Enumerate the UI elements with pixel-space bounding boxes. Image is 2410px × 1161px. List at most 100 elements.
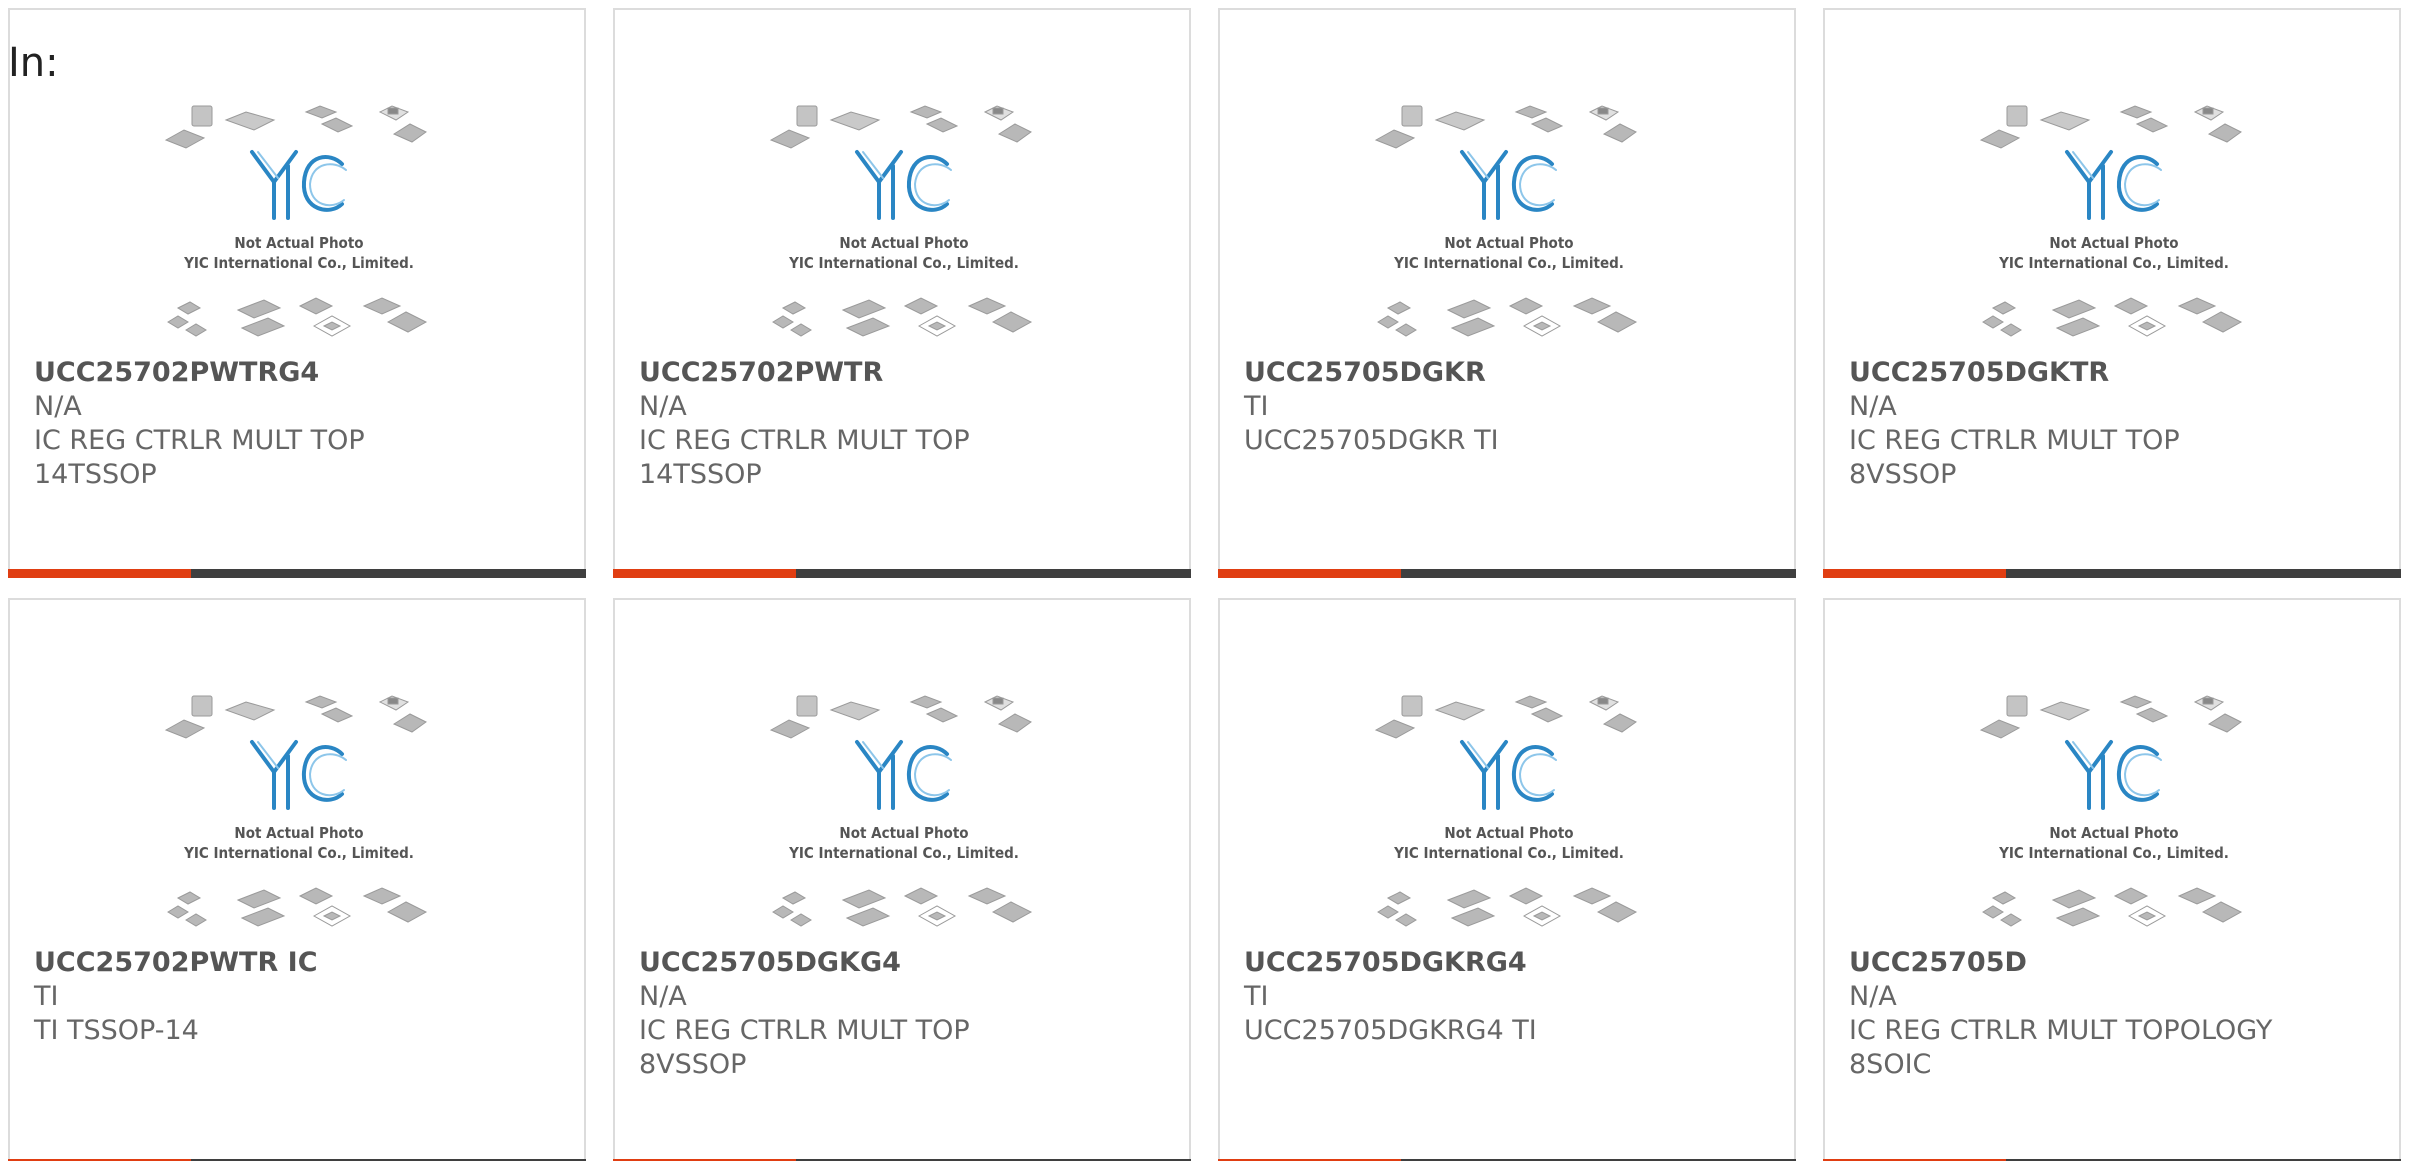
product-photo-placeholder: Not Actual Photo YIC International Co., … bbox=[769, 105, 1033, 337]
description-line: 8VSSOP bbox=[639, 1049, 747, 1080]
part-number-link[interactable]: UCC25702PWTR IC bbox=[34, 946, 564, 980]
photo-caption-line2: YIC International Co., Limited. bbox=[1998, 844, 2229, 862]
product-card[interactable]: Not Actual Photo YIC International Co., … bbox=[1823, 598, 2401, 1161]
product-photo-placeholder: Not Actual Photo YIC International Co., … bbox=[1374, 695, 1638, 927]
yic-logo bbox=[1460, 740, 1557, 810]
part-number-link[interactable]: UCC25705DGKRG4 bbox=[1244, 946, 1774, 980]
photo-caption-line1: Not Actual Photo bbox=[2049, 824, 2178, 842]
photo-caption-line2: YIC International Co., Limited. bbox=[788, 844, 1019, 862]
page: Not Actual Photo YIC International Co., … bbox=[0, 0, 2410, 1161]
part-number-link[interactable]: UCC25705DGKR bbox=[1244, 356, 1774, 390]
product-grid: Not Actual Photo YIC International Co., … bbox=[8, 8, 2408, 1161]
chip-icons-bottom bbox=[167, 297, 428, 337]
part-number-link[interactable]: UCC25705DGKTR bbox=[1849, 356, 2379, 390]
yic-logo bbox=[1460, 150, 1557, 220]
chip-icons-top bbox=[769, 695, 1032, 739]
photo-caption-line2: YIC International Co., Limited. bbox=[1393, 844, 1624, 862]
photo-caption-line1: Not Actual Photo bbox=[234, 824, 363, 842]
chip-icons-bottom bbox=[167, 887, 428, 927]
manufacturer-text: N/A bbox=[1849, 391, 1897, 422]
manufacturer-text: N/A bbox=[639, 391, 687, 422]
card-accent-bar bbox=[613, 569, 796, 578]
product-photo-placeholder: Not Actual Photo YIC International Co., … bbox=[1979, 695, 2243, 927]
description-line: 14TSSOP bbox=[34, 459, 157, 490]
product-card[interactable]: Not Actual Photo YIC International Co., … bbox=[613, 8, 1191, 578]
yic-logo bbox=[2065, 150, 2162, 220]
card-bottom-bar bbox=[1823, 569, 2401, 578]
chip-icons-top bbox=[164, 105, 427, 149]
description-line: 8VSSOP bbox=[1849, 459, 1957, 490]
description-line: IC REG CTRLR MULT TOPOLOGY bbox=[1849, 1015, 2273, 1046]
chip-icons-bottom bbox=[772, 887, 1033, 927]
description-line: UCC25705DGKRG4 TI bbox=[1244, 1015, 1537, 1046]
chip-icons-bottom bbox=[1982, 297, 2243, 337]
yic-logo bbox=[250, 150, 347, 220]
photo-caption-line2: YIC International Co., Limited. bbox=[788, 254, 1019, 272]
manufacturer-text: N/A bbox=[34, 391, 82, 422]
description-line: IC REG CTRLR MULT TOP bbox=[639, 425, 970, 456]
product-info: UCC25702PWTRG4 N/A IC REG CTRLR MULT TOP 14… bbox=[34, 356, 564, 492]
photo-caption-line2: YIC International Co., Limited. bbox=[1393, 254, 1624, 272]
part-number-link[interactable]: UCC25702PWTR bbox=[639, 356, 1169, 390]
chip-icons-top bbox=[164, 695, 427, 739]
description-line: 14TSSOP bbox=[639, 459, 762, 490]
description-line: IC REG CTRLR MULT TOP bbox=[34, 425, 365, 456]
yic-logo bbox=[855, 150, 952, 220]
chip-icons-top bbox=[769, 105, 1032, 149]
photo-caption-line1: Not Actual Photo bbox=[2049, 234, 2178, 252]
yic-logo bbox=[855, 740, 952, 810]
part-number-link[interactable]: UCC25702PWTRG4 bbox=[34, 356, 564, 390]
chip-icons-bottom bbox=[1377, 887, 1638, 927]
product-photo-placeholder: Not Actual Photo YIC International Co., … bbox=[1374, 105, 1638, 337]
card-accent-bar bbox=[8, 569, 191, 578]
chip-icons-bottom bbox=[772, 297, 1033, 337]
card-accent-bar bbox=[1823, 569, 2006, 578]
product-info: UCC25705DGKTR N/A IC REG CTRLR MULT TOP 8VS… bbox=[1849, 356, 2379, 492]
card-bottom-bar bbox=[8, 569, 586, 578]
yic-logo bbox=[2065, 740, 2162, 810]
manufacturer-text: TI bbox=[1244, 981, 1269, 1012]
product-info: UCC25702PWTR IC TI TI TSSOP-14 bbox=[34, 946, 564, 1048]
photo-caption-line1: Not Actual Photo bbox=[234, 234, 363, 252]
product-card[interactable]: Not Actual Photo YIC International Co., … bbox=[1823, 8, 2401, 578]
part-number-link[interactable]: UCC25705DGKG4 bbox=[639, 946, 1169, 980]
manufacturer-text: N/A bbox=[1849, 981, 1897, 1012]
yic-logo bbox=[250, 740, 347, 810]
product-card[interactable]: Not Actual Photo YIC International Co., … bbox=[613, 598, 1191, 1161]
product-info: UCC25705D N/A IC REG CTRLR MULT TOPOLOGY 8S… bbox=[1849, 946, 2379, 1082]
description-line: TI TSSOP-14 bbox=[34, 1015, 199, 1046]
chip-icons-top bbox=[1374, 105, 1637, 149]
product-photo-placeholder: Not Actual Photo YIC International Co., … bbox=[769, 695, 1033, 927]
card-bottom-bar bbox=[1218, 569, 1796, 578]
product-info: UCC25702PWTR N/A IC REG CTRLR MULT TOP 14TS… bbox=[639, 356, 1169, 492]
chip-icons-bottom bbox=[1982, 887, 2243, 927]
product-card[interactable]: Not Actual Photo YIC International Co., … bbox=[8, 598, 586, 1161]
product-card[interactable]: Not Actual Photo YIC International Co., … bbox=[1218, 598, 1796, 1161]
photo-caption-line2: YIC International Co., Limited. bbox=[1998, 254, 2229, 272]
product-info: UCC25705DGKR TI UCC25705DGKR TI bbox=[1244, 356, 1774, 458]
photo-caption-line2: YIC International Co., Limited. bbox=[183, 254, 414, 272]
photo-caption-line1: Not Actual Photo bbox=[1444, 824, 1573, 842]
product-photo-placeholder: Not Actual Photo YIC International Co., … bbox=[164, 695, 428, 927]
description-line: IC REG CTRLR MULT TOP bbox=[639, 1015, 970, 1046]
part-number-link[interactable]: UCC25705D bbox=[1849, 946, 2379, 980]
card-bottom-bar bbox=[613, 569, 1191, 578]
product-info: UCC25705DGKRG4 TI UCC25705DGKRG4 TI bbox=[1244, 946, 1774, 1048]
chip-icons-top bbox=[1374, 695, 1637, 739]
chip-icons-bottom bbox=[1377, 297, 1638, 337]
photo-caption-line1: Not Actual Photo bbox=[1444, 234, 1573, 252]
product-photo-placeholder: Not Actual Photo YIC International Co., … bbox=[164, 105, 428, 337]
card-accent-bar bbox=[1218, 569, 1401, 578]
manufacturer-text: TI bbox=[34, 981, 59, 1012]
product-info: UCC25705DGKG4 N/A IC REG CTRLR MULT TOP 8VS… bbox=[639, 946, 1169, 1082]
manufacturer-text: N/A bbox=[639, 981, 687, 1012]
product-card[interactable]: Not Actual Photo YIC International Co., … bbox=[8, 8, 586, 578]
photo-caption-line1: Not Actual Photo bbox=[839, 824, 968, 842]
photo-caption-line2: YIC International Co., Limited. bbox=[183, 844, 414, 862]
photo-caption-line1: Not Actual Photo bbox=[839, 234, 968, 252]
chip-icons-top bbox=[1979, 695, 2242, 739]
chip-icons-top bbox=[1979, 105, 2242, 149]
description-line: IC REG CTRLR MULT TOP bbox=[1849, 425, 2180, 456]
product-card[interactable]: Not Actual Photo YIC International Co., … bbox=[1218, 8, 1796, 578]
description-line: UCC25705DGKR TI bbox=[1244, 425, 1499, 456]
